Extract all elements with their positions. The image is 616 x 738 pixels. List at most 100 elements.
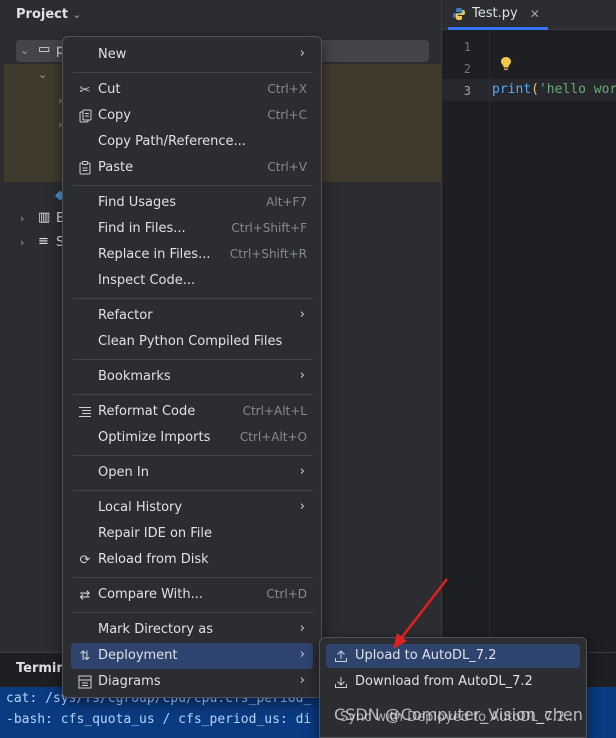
menu-item-label: Find in Files...	[98, 221, 186, 236]
chevron-right-icon: ›	[299, 368, 305, 383]
menu-item-copy-path[interactable]: Copy Path/Reference...	[71, 129, 313, 155]
download-icon	[333, 674, 349, 690]
library-icon: ▥	[38, 210, 51, 225]
menu-item-label: Cut	[98, 82, 121, 97]
copy-icon	[77, 108, 93, 124]
menu-item-label: Open In	[98, 465, 149, 480]
menu-item-new[interactable]: New ›	[71, 42, 313, 68]
watermark-text: CSDN @Computer_Vision_chen	[334, 705, 583, 724]
menu-separator	[73, 185, 313, 186]
chevron-right-icon: ›	[299, 46, 305, 61]
menu-item-shortcut: Ctrl+Shift+R	[229, 247, 307, 261]
menu-item-label: Clean Python Compiled Files	[98, 334, 283, 349]
menu-item-label: Find Usages	[98, 195, 177, 210]
chevron-right-icon: ›	[299, 673, 305, 688]
menu-item-label: Deployment	[98, 648, 178, 663]
menu-item-open-in[interactable]: Open In ›	[71, 460, 313, 486]
reformat-icon	[77, 404, 93, 420]
chevron-down-icon[interactable]: ⌄	[38, 68, 47, 81]
scratches-icon: ≡	[38, 234, 49, 249]
menu-item-compare-with[interactable]: ⇄ Compare With... Ctrl+D	[71, 582, 313, 608]
editor-gutter: 1 2 3	[442, 30, 490, 660]
line-number: 2	[463, 62, 471, 76]
submenu-item-label: Download from AutoDL_7.2	[355, 674, 533, 689]
menu-item-paste[interactable]: Paste Ctrl+V	[71, 155, 313, 181]
submenu-item-download[interactable]: Download from AutoDL_7.2	[326, 670, 580, 694]
menu-item-find-usages[interactable]: Find Usages Alt+F7	[71, 190, 313, 216]
menu-item-replace-in-files[interactable]: Replace in Files... Ctrl+Shift+R	[71, 242, 313, 268]
menu-item-label: Paste	[98, 160, 134, 175]
chevron-right-icon[interactable]: ›	[20, 236, 24, 249]
menu-item-label: Repair IDE on File	[98, 526, 213, 541]
menu-item-clean-python[interactable]: Clean Python Compiled Files	[71, 329, 313, 355]
menu-item-label: Diagrams	[98, 674, 161, 689]
menu-item-label: Reload from Disk	[98, 552, 209, 567]
menu-item-shortcut: Ctrl+C	[267, 108, 307, 122]
menu-item-label: Replace in Files...	[98, 247, 211, 262]
menu-item-label: Reformat Code	[98, 404, 196, 419]
menu-separator	[73, 72, 313, 73]
project-panel-title[interactable]: Project ⌄	[16, 7, 81, 22]
scissors-icon: ✂	[79, 82, 91, 98]
menu-item-shortcut: Ctrl+Alt+L	[242, 404, 307, 418]
menu-item-label: Bookmarks	[98, 369, 171, 384]
line-number: 3	[463, 84, 471, 98]
chevron-right-icon: ›	[299, 307, 305, 322]
menu-separator	[73, 455, 313, 456]
menu-item-repair-ide[interactable]: Repair IDE on File	[71, 521, 313, 547]
menu-item-shortcut: Ctrl+D	[266, 587, 307, 601]
upload-icon	[333, 648, 349, 664]
menu-item-label: Compare With...	[98, 587, 204, 602]
menu-item-refactor[interactable]: Refactor ›	[71, 303, 313, 329]
menu-item-copy[interactable]: Copy Ctrl+C	[71, 103, 313, 129]
menu-item-reload-from-disk[interactable]: ⟳ Reload from Disk	[71, 547, 313, 573]
menu-item-find-in-files[interactable]: Find in Files... Ctrl+Shift+F	[71, 216, 313, 242]
code-paren: (	[531, 82, 539, 97]
chevron-down-icon[interactable]: ⌄	[20, 44, 29, 57]
menu-item-bookmarks[interactable]: Bookmarks ›	[71, 364, 313, 390]
menu-item-label: Mark Directory as	[98, 622, 213, 637]
menu-item-local-history[interactable]: Local History ›	[71, 495, 313, 521]
chevron-right-icon[interactable]: ›	[20, 212, 24, 225]
python-icon	[453, 7, 465, 20]
lightbulb-icon[interactable]	[500, 56, 512, 72]
tab-test-py[interactable]: Test.py ✕	[452, 6, 540, 21]
chevron-right-icon: ›	[299, 647, 305, 662]
menu-item-shortcut: Ctrl+Shift+F	[231, 221, 307, 235]
code-line-3[interactable]: print('hello wor	[492, 82, 616, 97]
compare-icon: ⇄	[79, 587, 91, 603]
menu-item-shortcut: Ctrl+X	[267, 82, 307, 96]
annotation-arrow-icon	[393, 578, 448, 649]
line-number: 1	[463, 40, 471, 54]
menu-item-label: New	[98, 47, 127, 62]
chevron-down-icon[interactable]: ⌄	[72, 8, 81, 21]
chevron-right-icon: ›	[299, 621, 305, 636]
menu-item-cut[interactable]: ✂ Cut Ctrl+X	[71, 77, 313, 103]
context-menu: New › ✂ Cut Ctrl+X Copy Ctrl+C Copy Path…	[62, 36, 322, 698]
terminal-line: -bash: cfs_quota_us / cfs_period_us: di	[6, 712, 312, 727]
editor: Test.py ✕ 1 2 3 print('hello wor	[441, 0, 616, 660]
paste-icon	[77, 160, 93, 176]
menu-item-label: Local History	[98, 500, 183, 515]
menu-item-shortcut: Alt+F7	[266, 195, 307, 209]
menu-separator	[73, 394, 313, 395]
menu-item-label: Inspect Code...	[98, 273, 196, 288]
chevron-right-icon: ›	[299, 499, 305, 514]
menu-item-optimize-imports[interactable]: Optimize Imports Ctrl+Alt+O	[71, 425, 313, 451]
menu-item-reformat-code[interactable]: Reformat Code Ctrl+Alt+L	[71, 399, 313, 425]
menu-item-inspect-code[interactable]: Inspect Code...	[71, 268, 313, 294]
menu-separator	[73, 612, 313, 613]
editor-tab-bar: Test.py ✕	[442, 0, 616, 30]
code-string: 'hello wor	[538, 82, 616, 97]
close-icon[interactable]: ✕	[530, 7, 540, 21]
menu-item-shortcut: Ctrl+Alt+O	[239, 430, 307, 444]
menu-item-deployment[interactable]: ⇅ Deployment ›	[71, 643, 313, 669]
menu-item-label: Copy	[98, 108, 131, 123]
menu-separator	[73, 359, 313, 360]
menu-item-diagrams[interactable]: Diagrams ›	[71, 669, 313, 695]
code-function: print	[492, 82, 532, 97]
menu-item-mark-directory[interactable]: Mark Directory as ›	[71, 617, 313, 643]
menu-item-label: Refactor	[98, 308, 153, 323]
diagrams-icon	[77, 674, 93, 690]
menu-separator	[73, 298, 313, 299]
